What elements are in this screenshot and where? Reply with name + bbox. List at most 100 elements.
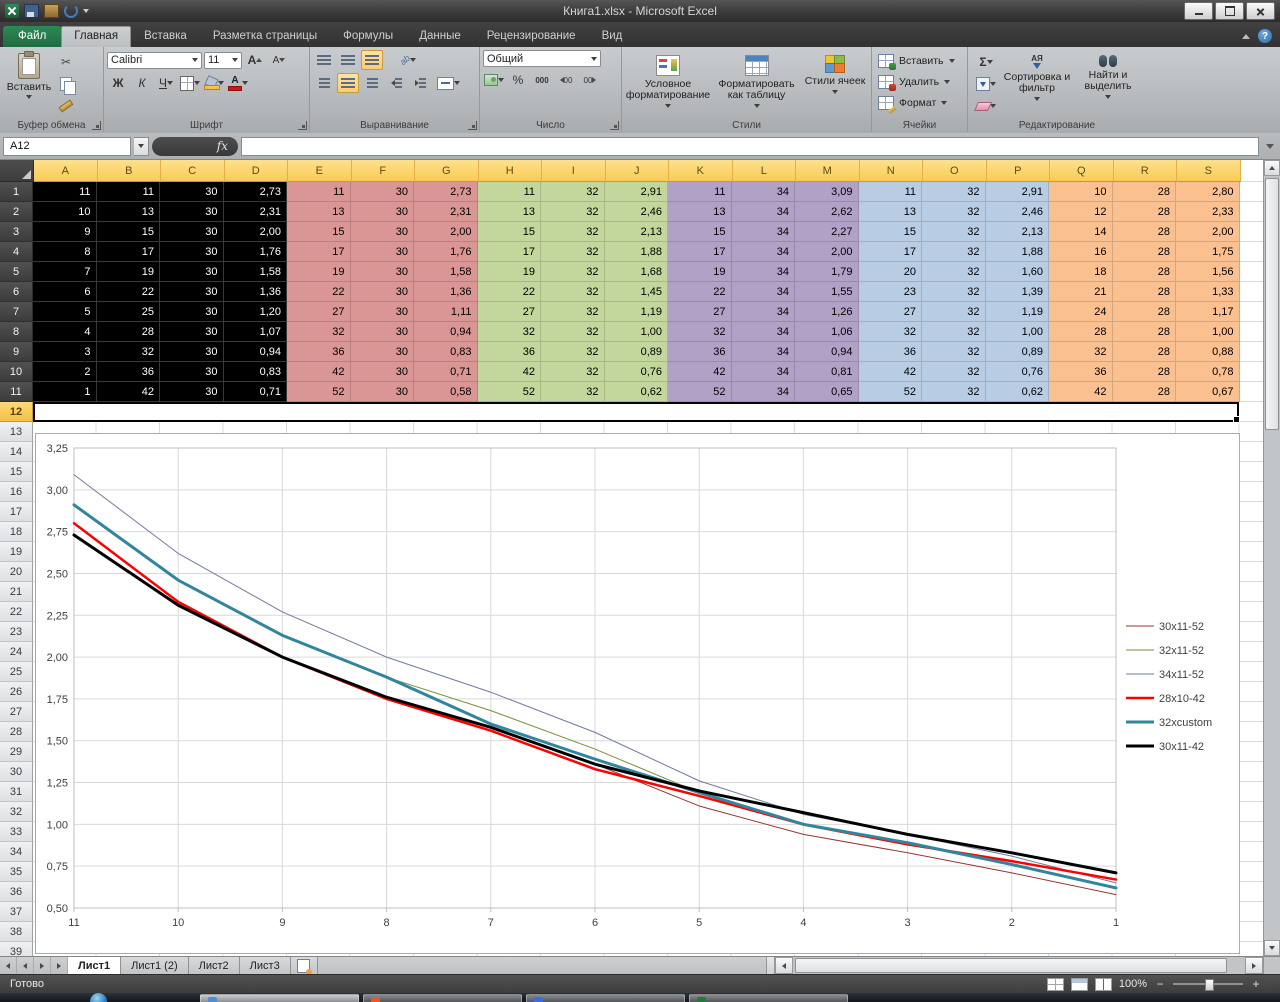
cell-S1[interactable]: 2,80 (1176, 182, 1240, 202)
column-header-B[interactable]: B (97, 160, 161, 182)
legend-entry-30x11-42[interactable]: 30x11-42 (1126, 741, 1204, 753)
ribbon-tab-вид[interactable]: Вид (589, 26, 636, 47)
cell-D8[interactable]: 1,07 (223, 322, 287, 342)
cell-O10[interactable]: 32 (922, 362, 986, 382)
align-center-button[interactable] (337, 73, 359, 93)
cell-L3[interactable]: 34 (731, 222, 795, 242)
font-color-button[interactable]: А (227, 73, 249, 93)
maximize-button[interactable] (1215, 2, 1244, 20)
cell-C9[interactable]: 30 (160, 342, 224, 362)
accounting-format-button[interactable] (483, 70, 505, 90)
column-header-K[interactable]: K (669, 160, 733, 182)
cell-O3[interactable]: 32 (922, 222, 986, 242)
name-box-dropdown[interactable] (134, 136, 149, 156)
cell-C4[interactable]: 30 (160, 242, 224, 262)
cell-H9[interactable]: 36 (477, 342, 541, 362)
cell-F4[interactable]: 30 (350, 242, 414, 262)
cell-N8[interactable]: 32 (858, 322, 922, 342)
cell-B9[interactable]: 32 (96, 342, 160, 362)
cell-H10[interactable]: 42 (477, 362, 541, 382)
cell-A6[interactable]: 6 (33, 282, 97, 302)
column-header-M[interactable]: M (796, 160, 860, 182)
empty-cells[interactable] (1239, 402, 1264, 422)
cell-G6[interactable]: 1,36 (414, 282, 478, 302)
legend-entry-34x11-52[interactable]: 34x11-52 (1126, 669, 1204, 681)
cell-I9[interactable]: 32 (541, 342, 605, 362)
cell-K11[interactable]: 52 (668, 382, 732, 402)
align-bottom-button[interactable] (361, 50, 383, 70)
cell-J11[interactable]: 0,62 (604, 382, 668, 402)
undo-icon[interactable] (64, 4, 78, 18)
cell-M5[interactable]: 1,79 (795, 262, 859, 282)
comma-style-button[interactable]: 000 (531, 70, 553, 90)
zoom-level[interactable]: 100% (1119, 978, 1147, 990)
cell-B1[interactable]: 11 (96, 182, 160, 202)
row-header-30[interactable]: 30 (0, 762, 33, 782)
cell-J9[interactable]: 0,89 (604, 342, 668, 362)
row-header-4[interactable]: 4 (0, 242, 33, 262)
cell-R5[interactable]: 28 (1112, 262, 1176, 282)
column-header-O[interactable]: O (923, 160, 987, 182)
sheet-tab-4[interactable]: Лист3 (239, 957, 291, 974)
minimize-button[interactable] (1184, 2, 1213, 20)
zoom-slider-thumb[interactable] (1205, 979, 1214, 991)
decrease-decimal-button[interactable]: 00 (579, 70, 601, 90)
cell-G9[interactable]: 0,83 (414, 342, 478, 362)
cell-C10[interactable]: 30 (160, 362, 224, 382)
empty-cells[interactable] (1239, 222, 1264, 242)
cell-E4[interactable]: 17 (287, 242, 351, 262)
row-header-28[interactable]: 28 (0, 722, 33, 742)
column-header-E[interactable]: E (288, 160, 352, 182)
cell-S7[interactable]: 1,17 (1176, 302, 1240, 322)
column-header-C[interactable]: C (161, 160, 225, 182)
selected-row-cells[interactable] (33, 402, 1240, 423)
row-header-25[interactable]: 25 (0, 662, 33, 682)
legend-entry-30x11-52[interactable]: 30x11-52 (1126, 621, 1204, 633)
cell-F9[interactable]: 30 (350, 342, 414, 362)
row-header-17[interactable]: 17 (0, 502, 33, 522)
cell-L5[interactable]: 34 (731, 262, 795, 282)
cell-S11[interactable]: 0,67 (1176, 382, 1240, 402)
cell-E7[interactable]: 27 (287, 302, 351, 322)
normal-view-button[interactable] (1046, 977, 1064, 991)
column-header-G[interactable]: G (415, 160, 479, 182)
ribbon-tab-рецензирование[interactable]: Рецензирование (474, 26, 589, 47)
select-all-corner[interactable] (0, 160, 34, 182)
cell-G7[interactable]: 1,11 (414, 302, 478, 322)
cell-E8[interactable]: 32 (287, 322, 351, 342)
ribbon-tab-вставка[interactable]: Вставка (131, 26, 200, 47)
legend-entry-28x10-42[interactable]: 28x10-42 (1126, 693, 1205, 705)
cell-O2[interactable]: 32 (922, 202, 986, 222)
cell-Q2[interactable]: 12 (1049, 202, 1113, 222)
cell-R8[interactable]: 28 (1112, 322, 1176, 342)
cell-K1[interactable]: 11 (668, 182, 732, 202)
cell-E5[interactable]: 19 (287, 262, 351, 282)
cell-C7[interactable]: 30 (160, 302, 224, 322)
clear-button[interactable] (971, 96, 1001, 116)
taskbar-button[interactable] (200, 994, 359, 1002)
autosum-button[interactable]: Σ (971, 52, 1001, 72)
cell-N10[interactable]: 42 (858, 362, 922, 382)
cell-O5[interactable]: 32 (922, 262, 986, 282)
cell-R11[interactable]: 28 (1112, 382, 1176, 402)
borders-button[interactable] (179, 73, 201, 93)
row-header-35[interactable]: 35 (0, 862, 33, 882)
cell-D3[interactable]: 2,00 (223, 222, 287, 242)
cell-E1[interactable]: 11 (287, 182, 351, 202)
empty-cells[interactable] (1239, 182, 1264, 202)
cell-Q1[interactable]: 10 (1049, 182, 1113, 202)
cell-A4[interactable]: 8 (33, 242, 97, 262)
cell-I7[interactable]: 32 (541, 302, 605, 322)
cell-J10[interactable]: 0,76 (604, 362, 668, 382)
cell-D11[interactable]: 0,71 (223, 382, 287, 402)
cell-N6[interactable]: 23 (858, 282, 922, 302)
cell-S3[interactable]: 2,00 (1176, 222, 1240, 242)
cell-G10[interactable]: 0,71 (414, 362, 478, 382)
column-header-N[interactable]: N (859, 160, 923, 182)
cell-E2[interactable]: 13 (287, 202, 351, 222)
decrease-indent-button[interactable] (385, 73, 407, 93)
row-header-32[interactable]: 32 (0, 802, 33, 822)
find-select-button[interactable]: Найти и выделить (1073, 50, 1143, 118)
cell-I3[interactable]: 32 (541, 222, 605, 242)
cell-J3[interactable]: 2,13 (604, 222, 668, 242)
